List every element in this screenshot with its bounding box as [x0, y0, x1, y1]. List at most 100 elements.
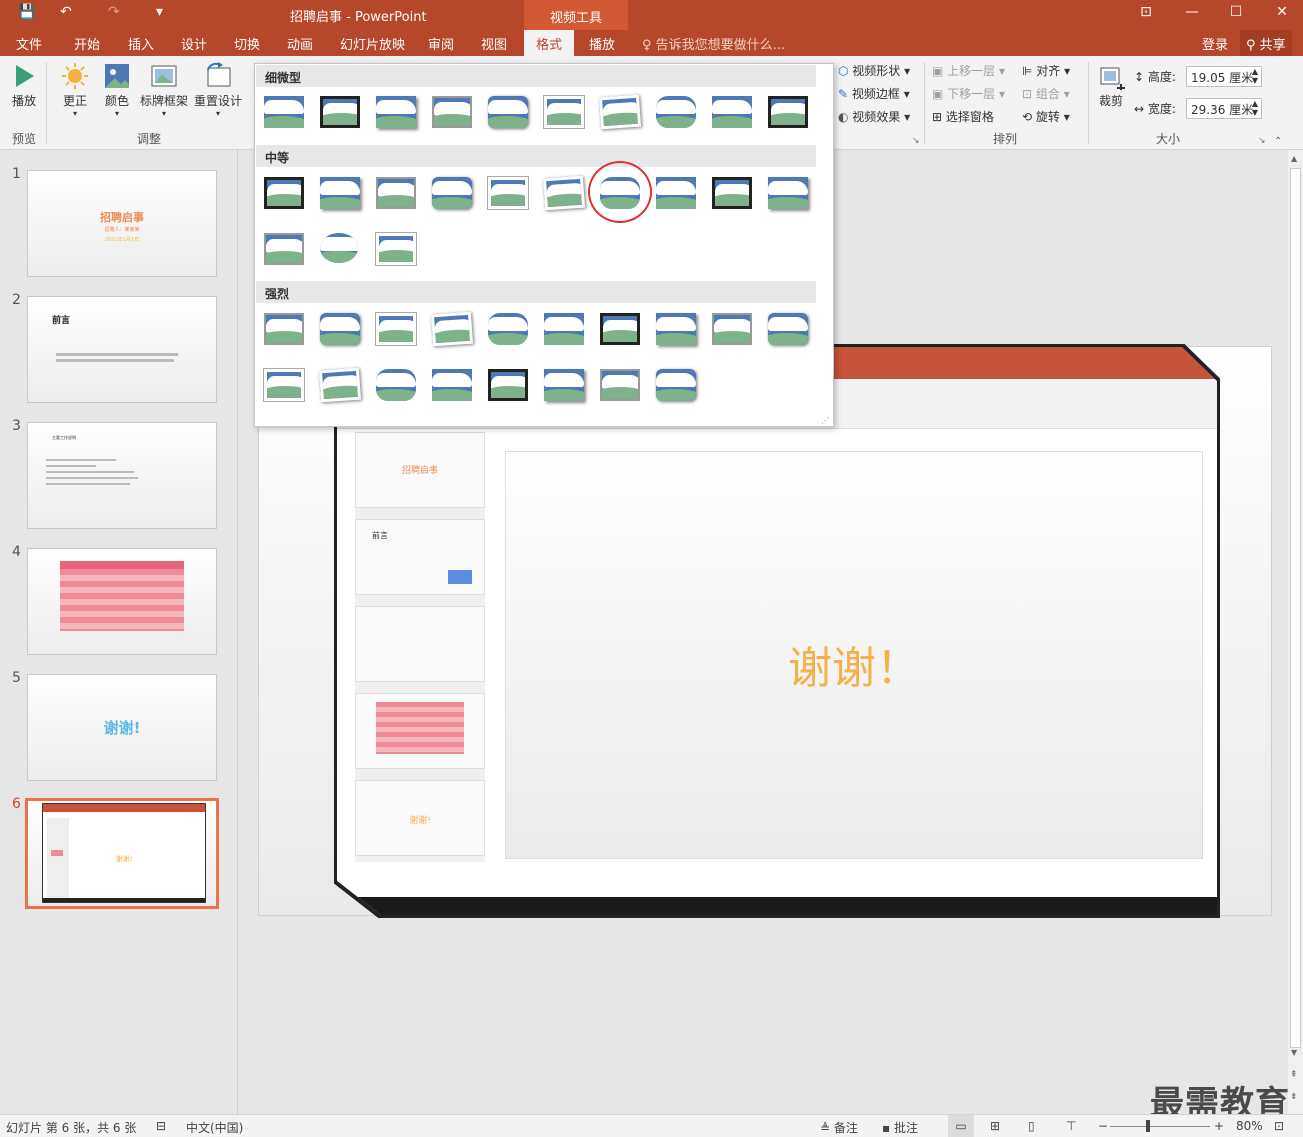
- rotate-button[interactable]: ⟲ 旋转 ▾: [1022, 108, 1070, 125]
- style-intense-1[interactable]: [264, 313, 304, 345]
- zoom-level[interactable]: 80%: [1236, 1119, 1263, 1133]
- style-subtle-6[interactable]: [543, 95, 585, 129]
- slide-thumbnail-5[interactable]: 谢谢!: [27, 674, 217, 781]
- style-intense-9[interactable]: [712, 313, 752, 345]
- ribbon-display-icon[interactable]: ⊡: [1126, 4, 1166, 20]
- style-intense-10[interactable]: [768, 313, 808, 345]
- width-input[interactable]: 29.36 厘米 ▲ ▼: [1186, 98, 1262, 119]
- zoom-out-button[interactable]: −: [1098, 1119, 1108, 1133]
- scroll-thumb[interactable]: [1290, 168, 1301, 1048]
- zoom-slider-thumb[interactable]: [1146, 1120, 1150, 1132]
- save-icon[interactable]: 💾: [18, 4, 35, 20]
- slide-sorter-icon[interactable]: ⊞: [990, 1119, 1000, 1133]
- style-moderate-4[interactable]: [432, 177, 472, 209]
- zoom-slider[interactable]: [1110, 1126, 1210, 1127]
- scroll-down-icon[interactable]: ▼: [1291, 1048, 1297, 1057]
- style-moderate-12[interactable]: [320, 233, 358, 263]
- tab-home[interactable]: 开始: [74, 34, 100, 53]
- share-button[interactable]: ⚲ 共享: [1240, 30, 1292, 56]
- video-object[interactable]: 招聘启事 前言 谢谢! 谢谢！: [334, 344, 1220, 918]
- style-moderate-1[interactable]: [264, 177, 304, 209]
- style-moderate-6[interactable]: [542, 175, 586, 211]
- spinner-icon[interactable]: ▲ ▼: [1252, 99, 1258, 117]
- style-subtle-7[interactable]: [598, 94, 642, 130]
- customize-qat-icon[interactable]: ▾: [156, 4, 163, 20]
- video-effects-button[interactable]: ◐ 视频效果 ▾: [838, 108, 910, 125]
- fit-to-window-icon[interactable]: ⊡: [1274, 1119, 1284, 1133]
- vertical-scrollbar[interactable]: ▲ ▼ ⇞ ⇟: [1288, 150, 1303, 1114]
- style-subtle-10[interactable]: [768, 96, 808, 128]
- tab-transitions[interactable]: 切换: [234, 34, 260, 53]
- style-intense-6[interactable]: [544, 313, 584, 345]
- slide-thumbnail-2[interactable]: 前言: [27, 296, 217, 403]
- style-subtle-5[interactable]: [488, 96, 528, 128]
- notes-button[interactable]: ≜ 备注: [820, 1119, 858, 1136]
- style-intense-12[interactable]: [318, 367, 362, 403]
- normal-view-icon[interactable]: ▭: [948, 1115, 974, 1137]
- resize-grip-icon[interactable]: ⋰: [821, 416, 829, 425]
- tab-slideshow[interactable]: 幻灯片放映: [340, 34, 405, 53]
- spellcheck-icon[interactable]: ⊟: [156, 1119, 166, 1133]
- slide-thumbnail-3[interactable]: 主要工作说明: [27, 422, 217, 529]
- style-intense-8[interactable]: [656, 313, 696, 345]
- tab-playback[interactable]: 播放: [589, 34, 615, 53]
- language-indicator[interactable]: 中文(中国): [186, 1119, 243, 1136]
- style-intense-14[interactable]: [432, 369, 472, 401]
- style-subtle-4[interactable]: [432, 96, 472, 128]
- tab-file[interactable]: 文件: [16, 34, 42, 53]
- style-moderate-9[interactable]: [712, 177, 752, 209]
- style-moderate-13[interactable]: [375, 232, 417, 266]
- style-moderate-3[interactable]: [376, 177, 416, 209]
- scroll-up-icon[interactable]: ▲: [1291, 154, 1297, 163]
- color-button[interactable]: 颜色 ▾: [102, 62, 132, 118]
- slide-thumbnail-1[interactable]: 招聘启事 招聘人：某某某 2021年1月1日: [27, 170, 217, 277]
- video-border-button[interactable]: ✎ 视频边框 ▾: [838, 85, 910, 102]
- style-intense-4[interactable]: [430, 311, 474, 347]
- undo-icon[interactable]: ↶: [60, 4, 72, 20]
- reading-view-icon[interactable]: ▯: [1028, 1119, 1035, 1133]
- dialog-launcher-icon[interactable]: ↘: [912, 136, 920, 146]
- style-intense-15[interactable]: [488, 369, 528, 401]
- style-subtle-1[interactable]: [264, 96, 304, 128]
- style-moderate-11[interactable]: [264, 233, 304, 265]
- tab-review[interactable]: 审阅: [428, 34, 454, 53]
- style-moderate-10[interactable]: [768, 177, 808, 209]
- style-intense-11[interactable]: [263, 368, 305, 402]
- slide-thumbnail-6[interactable]: 谢谢!: [25, 798, 219, 909]
- style-intense-18[interactable]: [656, 369, 696, 401]
- previous-slide-icon[interactable]: ⇞: [1290, 1070, 1298, 1080]
- style-moderate-8[interactable]: [656, 177, 696, 209]
- align-button[interactable]: ⊫ 对齐 ▾: [1022, 62, 1070, 79]
- style-intense-13[interactable]: [376, 369, 416, 401]
- height-input[interactable]: 19.05 厘米 ▲ ▼: [1186, 66, 1262, 87]
- tab-format[interactable]: 格式: [524, 30, 575, 56]
- tab-design[interactable]: 设计: [181, 34, 207, 53]
- reset-design-button[interactable]: 重置设计 ▾: [192, 62, 244, 118]
- tab-view[interactable]: 视图: [481, 34, 507, 53]
- maximize-button[interactable]: ☐: [1216, 4, 1256, 20]
- redo-icon[interactable]: ↷: [108, 4, 120, 20]
- style-intense-3[interactable]: [375, 312, 417, 346]
- play-button[interactable]: 播放: [8, 62, 40, 109]
- style-subtle-8[interactable]: [656, 96, 696, 128]
- dialog-launcher-icon[interactable]: ↘: [1258, 136, 1266, 146]
- style-intense-16[interactable]: [544, 369, 584, 401]
- slideshow-view-icon[interactable]: ⊤: [1066, 1119, 1076, 1133]
- tab-insert[interactable]: 插入: [128, 34, 154, 53]
- style-moderate-5[interactable]: [487, 176, 529, 210]
- style-intense-2[interactable]: [320, 313, 360, 345]
- selection-pane-button[interactable]: ⊞ 选择窗格: [932, 108, 994, 125]
- poster-frame-button[interactable]: 标牌框架 ▾: [138, 62, 190, 118]
- zoom-in-button[interactable]: +: [1214, 1119, 1224, 1133]
- sign-in-link[interactable]: 登录: [1202, 34, 1228, 53]
- collapse-ribbon-icon[interactable]: ⌃: [1274, 136, 1282, 147]
- correct-button[interactable]: 更正 ▾: [58, 62, 92, 118]
- style-subtle-3[interactable]: [376, 96, 416, 128]
- crop-button[interactable]: 裁剪: [1094, 62, 1128, 109]
- minimize-button[interactable]: —: [1172, 4, 1212, 20]
- style-intense-5[interactable]: [488, 313, 528, 345]
- style-intense-7[interactable]: [600, 313, 640, 345]
- slide-thumbnail-4[interactable]: [27, 548, 217, 655]
- style-subtle-2[interactable]: [320, 96, 360, 128]
- close-button[interactable]: ✕: [1262, 4, 1302, 20]
